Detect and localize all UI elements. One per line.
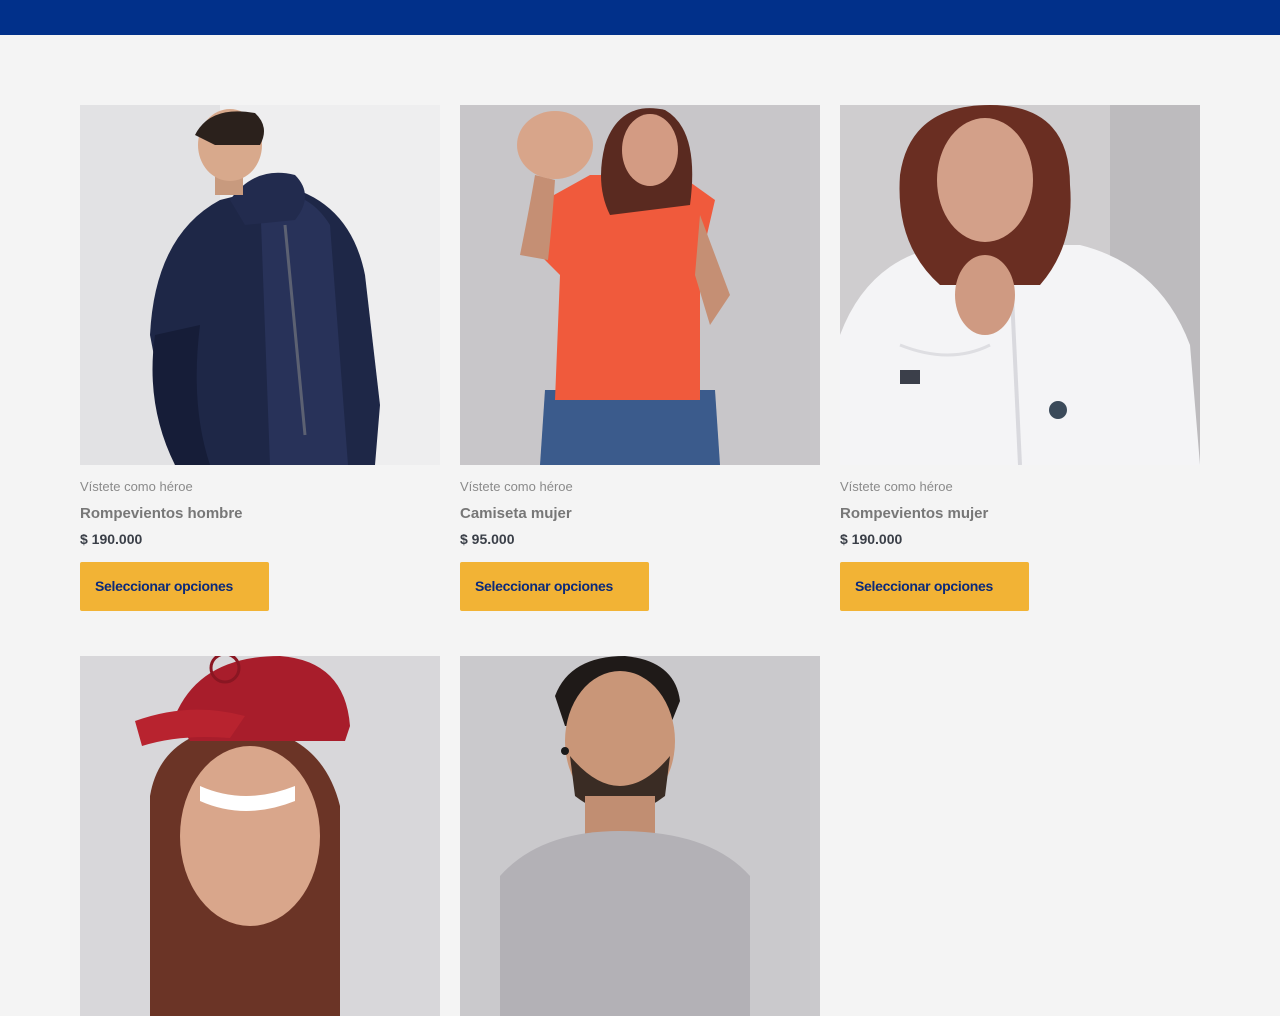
product-title[interactable]: Rompevientos hombre (80, 505, 440, 523)
select-options-button[interactable]: Seleccionar opciones (840, 562, 1029, 611)
select-options-button[interactable]: Seleccionar opciones (460, 562, 649, 611)
product-category: Vístete como héroe (840, 479, 953, 494)
product-price: $ 190.000 (80, 531, 143, 547)
product-category: Vístete como héroe (80, 479, 193, 494)
product-image[interactable] (460, 105, 820, 465)
product-card[interactable]: Vístete como héroe Rompevientos mujer $ … (840, 105, 1200, 611)
product-card[interactable] (460, 656, 820, 1016)
product-title[interactable]: Rompevientos mujer (840, 505, 1200, 523)
product-card[interactable]: Vístete como héroe Rompevientos hombre $… (80, 105, 440, 611)
product-image[interactable] (80, 656, 440, 1016)
product-image[interactable] (460, 656, 820, 1016)
product-image[interactable] (80, 105, 440, 465)
product-card[interactable]: Vístete como héroe Camiseta mujer $ 95.0… (460, 105, 820, 611)
product-price: $ 95.000 (460, 531, 515, 547)
select-options-button[interactable]: Seleccionar opciones (80, 562, 269, 611)
product-category: Vístete como héroe (460, 479, 573, 494)
product-card[interactable] (80, 656, 440, 1016)
product-price: $ 190.000 (840, 531, 903, 547)
top-navigation-bar (0, 0, 1280, 35)
product-title[interactable]: Camiseta mujer (460, 505, 820, 523)
product-image[interactable] (840, 105, 1200, 465)
